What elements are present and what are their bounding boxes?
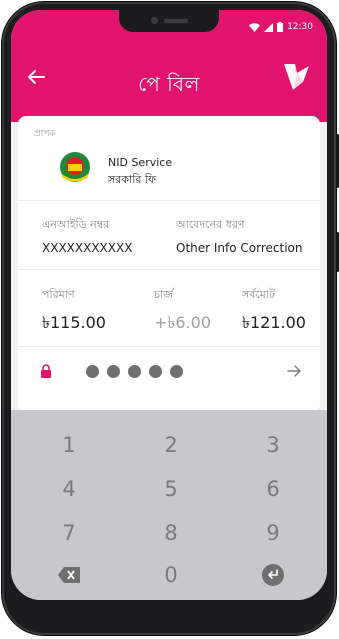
charge-label: চার্জ [154, 288, 173, 301]
pin-entry[interactable] [18, 352, 320, 392]
signal-icon [264, 22, 274, 32]
enter-icon [262, 564, 284, 586]
backspace-icon [58, 567, 80, 583]
camera [151, 17, 158, 24]
key-6[interactable]: 6 [233, 469, 313, 509]
application-type-value: Other Info Correction [176, 241, 303, 255]
bird-logo-icon [284, 64, 309, 90]
key-0[interactable]: 0 [131, 555, 211, 595]
key-4[interactable]: 4 [29, 469, 109, 509]
key-1[interactable]: 1 [29, 425, 109, 465]
lock-icon [41, 364, 51, 378]
nid-value: XXXXXXXXXXX [42, 241, 133, 255]
wifi-icon [249, 22, 261, 32]
payment-card: প্রাপক NID Service সরকারি ফি এনআইডি নম্ব… [18, 116, 320, 412]
charge-value: +৳6.00 [154, 313, 212, 332]
amount-value: ৳115.00 [42, 313, 106, 332]
total-label: সর্বমোট [242, 288, 276, 301]
key-3[interactable]: 3 [233, 425, 313, 465]
notch [119, 10, 219, 32]
phone-device: 12:30 পে বিল প্রাপক NID Service সরকারি ফ… [2, 2, 339, 635]
pin-dots [86, 365, 183, 378]
recipient-label: প্রাপক [34, 129, 56, 139]
divider [18, 346, 320, 347]
nid-label: এনআইডি নম্বর [42, 218, 110, 231]
pin-dot [86, 365, 99, 378]
speaker [164, 19, 188, 23]
battery-icon [277, 22, 284, 32]
pin-dot [170, 365, 183, 378]
application-type-label: আবেদনের ধরণ [176, 218, 245, 231]
divider [18, 269, 320, 270]
nid-emblem-icon [60, 152, 90, 182]
enter-key[interactable] [233, 555, 313, 595]
service-category: সরকারি ফি [108, 173, 157, 186]
pin-dot [128, 365, 141, 378]
forward-arrow-icon[interactable] [286, 363, 302, 379]
pin-dot [107, 365, 120, 378]
divider [18, 200, 320, 201]
amount-label: পরিমাণ [42, 288, 75, 301]
key-7[interactable]: 7 [29, 513, 109, 553]
status-time: 12:30 [287, 22, 313, 32]
key-9[interactable]: 9 [233, 513, 313, 553]
key-2[interactable]: 2 [131, 425, 211, 465]
total-value: ৳121.00 [242, 313, 306, 332]
numeric-keypad: 1 2 3 4 5 6 7 8 9 0 [11, 410, 327, 600]
pin-dot [149, 365, 162, 378]
status-bar: 12:30 [249, 22, 313, 32]
key-8[interactable]: 8 [131, 513, 211, 553]
service-name: NID Service [108, 156, 173, 169]
page-title: পে বিল [138, 72, 200, 96]
key-5[interactable]: 5 [131, 469, 211, 509]
backspace-key[interactable] [29, 555, 109, 595]
phone-screen: 12:30 পে বিল প্রাপক NID Service সরকারি ফ… [11, 10, 327, 600]
